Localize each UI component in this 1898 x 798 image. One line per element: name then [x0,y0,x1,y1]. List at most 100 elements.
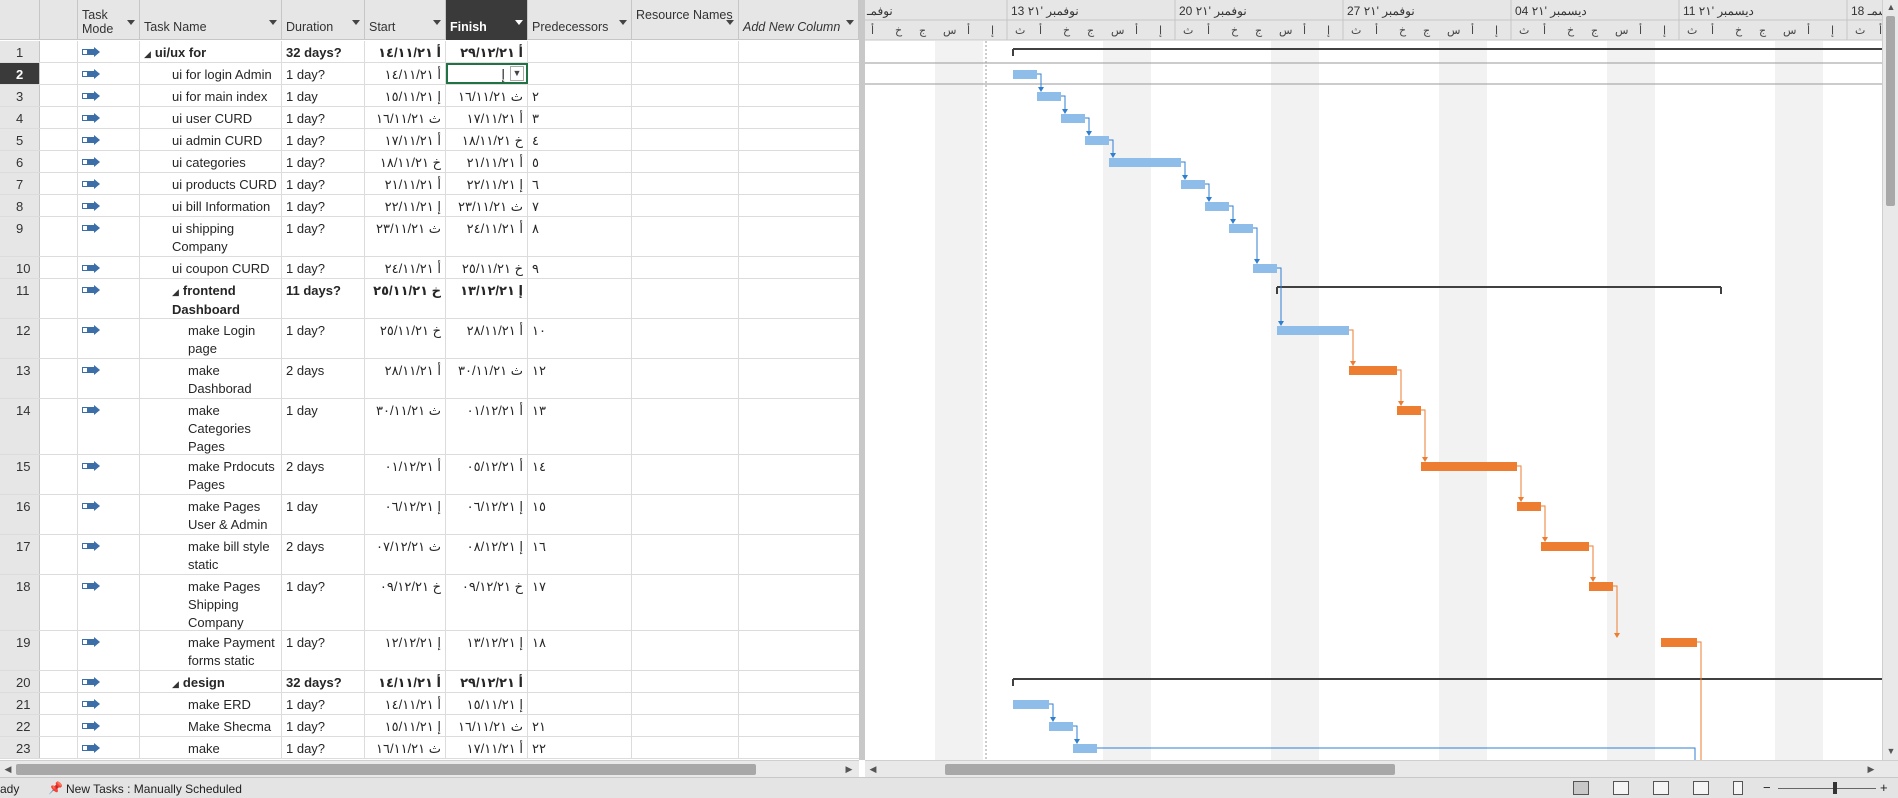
predecessors-cell[interactable]: ٣ [528,107,632,128]
table-row[interactable]: 12 make Login page 1 day? خ ٢٥/١١/٢١ أ ٢٨/١… [0,319,859,359]
chevron-down-icon[interactable] [433,20,441,25]
task-mode-cell[interactable] [78,671,140,692]
start-cell[interactable]: إ ١٢/١٢/٢١ [365,631,446,670]
task-name-cell[interactable]: ui admin CURD [140,129,282,150]
add-column-cell[interactable] [739,257,859,278]
indicators-cell[interactable] [40,575,78,630]
chevron-down-icon[interactable] [269,20,277,25]
vertical-scrollbar[interactable]: ▲ ▼ [1882,0,1898,760]
select-all-corner[interactable] [0,0,40,40]
row-id[interactable]: 8 [0,195,40,216]
predecessors-cell[interactable] [528,279,632,318]
task-mode-cell[interactable] [78,279,140,318]
predecessors-cell[interactable]: ١٢ [528,359,632,398]
task-name-cell[interactable]: ui user CURD [140,107,282,128]
predecessors-header[interactable]: Predecessors [528,0,632,40]
start-cell[interactable]: أ ١٤/١١/٢١ [365,41,446,62]
finish-header[interactable]: Finish [446,0,528,40]
zoom-in-icon[interactable]: + [1880,780,1888,795]
predecessors-cell[interactable]: ٢ [528,85,632,106]
row-id[interactable]: 16 [0,495,40,534]
resource-names-cell[interactable] [632,535,739,574]
start-cell[interactable]: ث ١٦/١١/٢١ [365,107,446,128]
start-cell[interactable]: أ ٢٨/١١/٢١ [365,359,446,398]
finish-cell[interactable]: ث ١٦/١١/٢١ [446,715,528,736]
resource-names-cell[interactable] [632,279,739,318]
task-name-cell[interactable]: make Pages Shipping Company [140,575,282,630]
duration-cell[interactable]: 1 day? [282,151,365,172]
finish-cell[interactable]: خ ٢٥/١١/٢١ [446,257,528,278]
duration-cell[interactable]: 1 day? [282,715,365,736]
duration-cell[interactable]: 11 days? [282,279,365,318]
predecessors-cell[interactable]: ١٧ [528,575,632,630]
resource-names-cell[interactable] [632,63,739,84]
table-row[interactable]: 13 make Dashborad 2 days أ ٢٨/١١/٢١ ث ٣٠/١١… [0,359,859,399]
predecessors-cell[interactable] [528,693,632,714]
finish-cell[interactable]: إ ٠٦/١٢/٢١ [446,495,528,534]
indicators-cell[interactable] [40,257,78,278]
predecessors-cell[interactable]: ٧ [528,195,632,216]
add-column-cell[interactable] [739,455,859,494]
add-column-cell[interactable] [739,535,859,574]
resource-names-cell[interactable] [632,737,739,758]
finish-cell[interactable]: أ ٢٩/١٢/٢١ [446,671,528,692]
row-id[interactable]: 2 [0,63,40,84]
table-row[interactable]: 4 ui user CURD 1 day? ث ١٦/١١/٢١ أ ١٧/١١/٢١… [0,107,859,129]
table-row[interactable]: 5 ui admin CURD 1 day? أ ١٧/١١/٢١ خ ١٨/١١/٢… [0,129,859,151]
task-mode-cell[interactable] [78,575,140,630]
resource-names-cell[interactable] [632,631,739,670]
duration-cell[interactable]: 1 day [282,495,365,534]
scroll-right-arrow[interactable]: ▶ [843,763,855,776]
table-row[interactable]: 1 ◢ui/ux for Dashborad32 days?أ ١٤/١١/٢١… [0,41,859,63]
predecessors-cell[interactable]: ١٣ [528,399,632,454]
task-mode-cell[interactable] [78,107,140,128]
duration-cell[interactable]: 1 day? [282,693,365,714]
task-mode-cell[interactable] [78,129,140,150]
predecessors-cell[interactable]: ٦ [528,173,632,194]
duration-cell[interactable]: 2 days [282,455,365,494]
chevron-down-icon[interactable] [515,20,523,25]
row-id[interactable]: 21 [0,693,40,714]
finish-cell[interactable]: ث ١٦/١١/٢١ [446,85,528,106]
indicators-cell[interactable] [40,279,78,318]
row-id[interactable]: 14 [0,399,40,454]
add-column-cell[interactable] [739,359,859,398]
start-cell[interactable]: أ ١٧/١١/٢١ [365,129,446,150]
row-id[interactable]: 3 [0,85,40,106]
duration-cell[interactable]: 1 day? [282,217,365,256]
table-row[interactable]: 11 ◢ frontend Dashboard 11 days? خ ٢٥/١١/٢١… [0,279,859,319]
indicators-cell[interactable] [40,631,78,670]
start-cell[interactable]: إ ٢٢/١١/٢١ [365,195,446,216]
start-cell[interactable]: أ ١٤/١١/٢١ [365,693,446,714]
row-id[interactable]: 23 [0,737,40,758]
resource-names-cell[interactable] [632,575,739,630]
row-id[interactable]: 15 [0,455,40,494]
indicators-header[interactable]: i [40,0,78,40]
duration-cell[interactable]: 1 day? [282,319,365,358]
add-column-cell[interactable] [739,631,859,670]
task-name-cell[interactable]: make Prdocuts Pages [140,455,282,494]
add-column-cell[interactable] [739,319,859,358]
indicators-cell[interactable] [40,217,78,256]
finish-cell[interactable]: إ ٠٨/١٢/٢١ [446,535,528,574]
predecessors-cell[interactable]: ٢٢ [528,737,632,758]
duration-cell[interactable]: 1 day? [282,107,365,128]
add-column-cell[interactable] [739,41,859,62]
duration-cell[interactable]: 1 day? [282,575,365,630]
chart-horizontal-thumb[interactable] [945,764,1395,775]
finish-cell[interactable]: أ ١٧/١١/٢١ [446,107,528,128]
task-mode-cell[interactable] [78,173,140,194]
row-id[interactable]: 4 [0,107,40,128]
indicators-cell[interactable] [40,85,78,106]
task-mode-cell[interactable] [78,535,140,574]
task-name-cell[interactable]: make Relations [140,737,282,758]
resource-names-cell[interactable] [632,671,739,692]
indicators-cell[interactable] [40,495,78,534]
row-id[interactable]: 17 [0,535,40,574]
zoom-out-icon[interactable]: − [1763,780,1771,795]
add-column-cell[interactable] [739,715,859,736]
task-mode-cell[interactable] [78,41,140,62]
task-mode-cell[interactable] [78,195,140,216]
row-id[interactable]: 22 [0,715,40,736]
task-name-cell[interactable]: ◢ frontend Dashboard [140,279,282,318]
